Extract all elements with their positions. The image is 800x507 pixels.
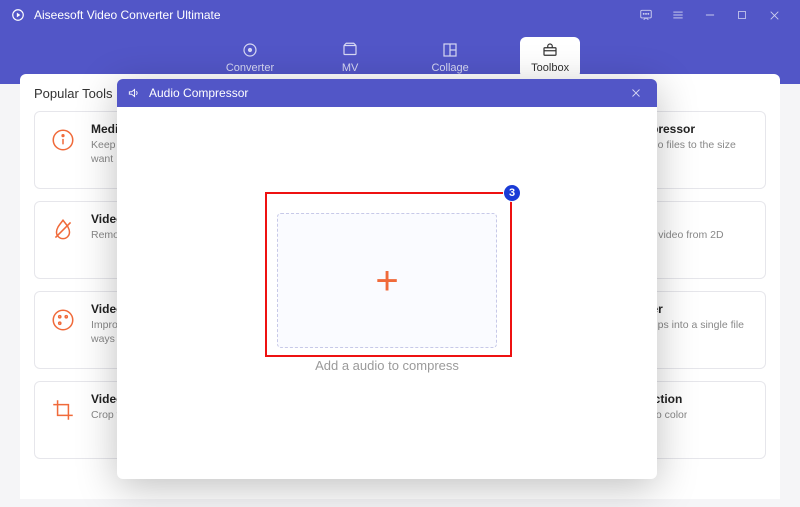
- toolbox-icon: [541, 41, 559, 59]
- titlebar: Aiseesoft Video Converter Ultimate: [0, 0, 800, 30]
- maximize-button[interactable]: [726, 0, 758, 30]
- tab-converter[interactable]: Converter: [220, 37, 280, 78]
- annotation-badge: 3: [503, 184, 521, 202]
- tab-label: MV: [342, 62, 359, 74]
- close-button[interactable]: [758, 0, 790, 30]
- menu-button[interactable]: [662, 0, 694, 30]
- mv-icon: [341, 41, 359, 59]
- dropzone-caption: Add a audio to compress: [315, 358, 459, 373]
- modal-body: + Add a audio to compress: [117, 107, 657, 479]
- feedback-button[interactable]: [630, 0, 662, 30]
- minimize-button[interactable]: [694, 0, 726, 30]
- modal-title: Audio Compressor: [149, 86, 248, 100]
- audio-compressor-modal: Audio Compressor + Add a audio to compre…: [117, 79, 657, 479]
- modal-close-button[interactable]: [623, 80, 649, 106]
- app-title: Aiseesoft Video Converter Ultimate: [34, 8, 221, 22]
- add-file-dropzone[interactable]: +: [277, 213, 497, 348]
- info-icon: [45, 122, 81, 158]
- plus-icon: +: [375, 261, 398, 301]
- tab-label: Collage: [431, 62, 468, 74]
- crop-icon: [45, 392, 81, 428]
- converter-icon: [241, 41, 259, 59]
- speaker-icon: [125, 84, 143, 102]
- tab-collage[interactable]: Collage: [420, 37, 480, 78]
- app-logo-icon: [10, 7, 26, 23]
- droplet-icon: [45, 212, 81, 248]
- tab-label: Converter: [226, 62, 274, 74]
- tab-toolbox[interactable]: Toolbox: [520, 37, 580, 78]
- tab-mv[interactable]: MV: [320, 37, 380, 78]
- modal-header: Audio Compressor: [117, 79, 657, 107]
- palette-icon: [45, 302, 81, 338]
- tab-label: Toolbox: [531, 62, 569, 74]
- collage-icon: [441, 41, 459, 59]
